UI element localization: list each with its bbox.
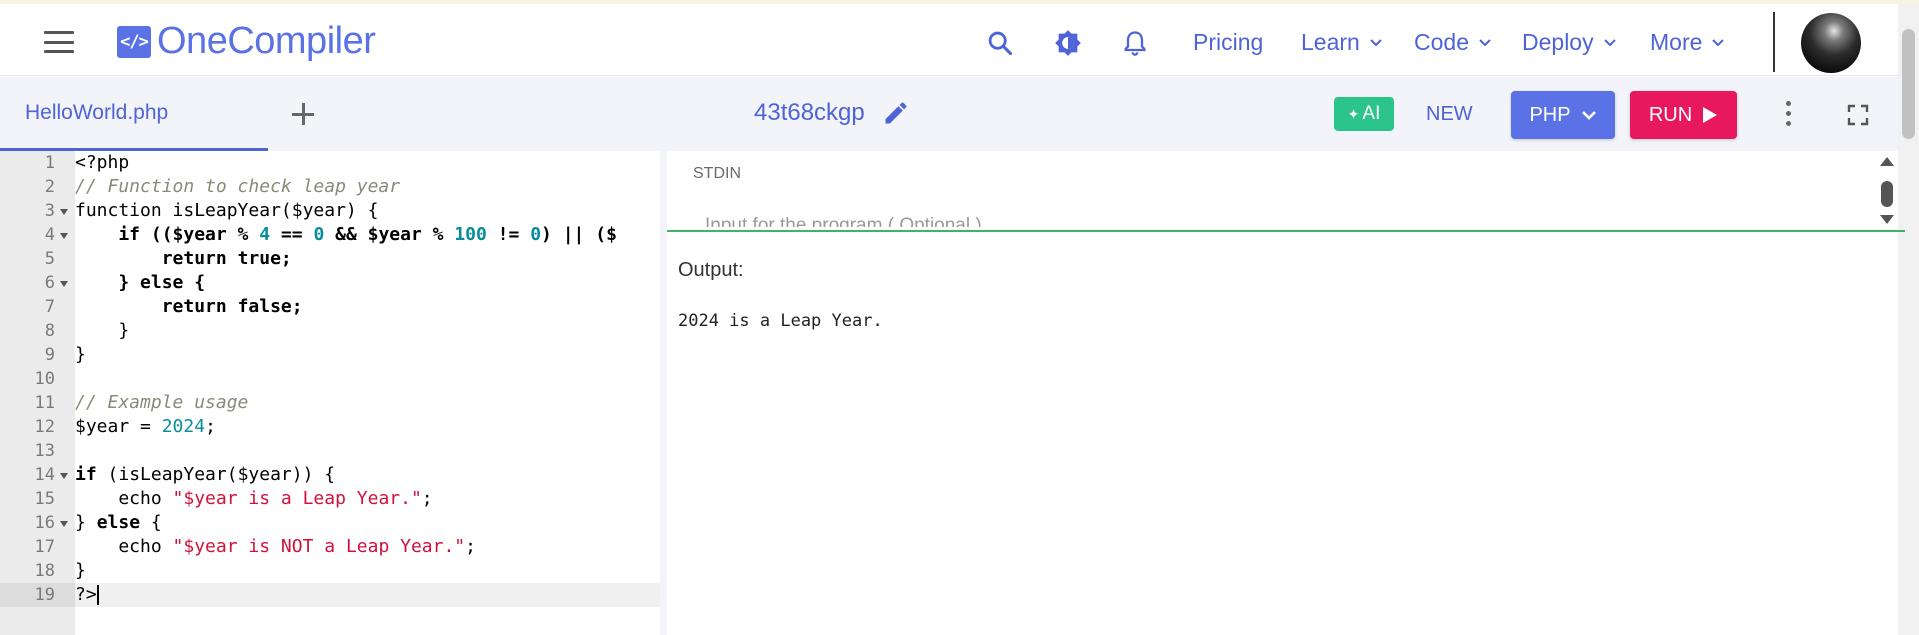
logo-text: OneCompiler xyxy=(157,20,376,62)
code-line: function isLeapYear($year) { xyxy=(75,200,379,221)
run-button[interactable]: RUN xyxy=(1630,91,1737,139)
language-select[interactable]: PHP xyxy=(1511,91,1615,139)
chevron-down-icon xyxy=(1370,38,1382,46)
search-icon[interactable] xyxy=(986,29,1014,57)
line-number: 12 xyxy=(34,417,55,437)
hamburger-menu-icon[interactable] xyxy=(44,31,74,53)
editor-toolbar: HelloWorld.php 43t68ckgp ✦ AI NEW PHP RUN xyxy=(0,77,1898,151)
stdin-divider[interactable] xyxy=(667,230,1905,232)
line-number: 1 xyxy=(44,153,55,173)
line-number-gutter: 1 2 3 4 5 6 7 8 9 10 11 12 13 14 15 16 1… xyxy=(0,151,75,635)
code-line: } xyxy=(75,560,86,581)
fold-arrow-icon[interactable] xyxy=(60,521,68,527)
line-number: 2 xyxy=(44,177,55,197)
code-line: // Function to check leap year xyxy=(75,176,401,197)
header-divider xyxy=(1773,12,1775,72)
chevron-down-icon xyxy=(1712,38,1725,46)
line-number: 6 xyxy=(44,273,55,293)
edit-pencil-icon[interactable] xyxy=(882,99,910,127)
page-scrollbar-thumb[interactable] xyxy=(1902,29,1915,139)
line-number: 9 xyxy=(44,345,55,365)
output-text: 2024 is a Leap Year. xyxy=(678,311,883,331)
fold-arrow-icon[interactable] xyxy=(60,233,68,239)
code-line: } else { xyxy=(75,272,206,293)
more-options-icon[interactable] xyxy=(1783,101,1793,129)
code-line: ?> xyxy=(75,584,99,605)
line-number: 7 xyxy=(44,297,55,317)
text-cursor xyxy=(96,585,99,605)
code-editor[interactable]: 1 2 3 4 5 6 7 8 9 10 11 12 13 14 15 16 1… xyxy=(0,151,660,635)
tab-file[interactable]: HelloWorld.php xyxy=(0,77,268,151)
nav-pricing[interactable]: Pricing xyxy=(1193,29,1263,56)
code-id: 43t68ckgp xyxy=(754,99,865,126)
play-icon xyxy=(1703,107,1718,123)
stdin-input[interactable]: Input for the program ( Optional ) xyxy=(705,213,1805,227)
fullscreen-icon[interactable] xyxy=(1846,103,1870,127)
chevron-down-icon xyxy=(1479,38,1491,46)
line-number: 14 xyxy=(34,465,55,485)
active-line-highlight xyxy=(75,583,660,607)
code-line: if (isLeapYear($year)) { xyxy=(75,464,336,485)
logo[interactable]: </> OneCompiler xyxy=(117,20,376,63)
line-number: 17 xyxy=(34,537,55,557)
line-number: 15 xyxy=(34,489,55,509)
theme-toggle-icon[interactable] xyxy=(1054,29,1082,57)
stdin-scrollbar[interactable] xyxy=(1877,155,1897,225)
nav-learn[interactable]: Learn xyxy=(1301,29,1382,56)
code-line: <?php xyxy=(75,152,130,173)
user-avatar[interactable] xyxy=(1801,13,1861,73)
logo-code-icon: </> xyxy=(117,25,151,58)
code-line: echo "$year is NOT a Leap Year."; xyxy=(75,536,476,557)
line-number: 4 xyxy=(44,225,55,245)
line-number: 11 xyxy=(34,393,55,413)
scroll-down-arrow-icon[interactable] xyxy=(1880,215,1894,224)
code-line: } xyxy=(75,320,130,341)
sparkle-icon: ✦ xyxy=(1347,105,1360,122)
line-number: 10 xyxy=(34,369,55,389)
code-line: echo "$year is a Leap Year."; xyxy=(75,488,433,509)
notification-bell-icon[interactable] xyxy=(1121,29,1149,57)
nav-more[interactable]: More xyxy=(1650,29,1725,56)
code-line: $year = 2024; xyxy=(75,416,216,437)
fold-arrow-icon[interactable] xyxy=(60,281,68,287)
nav-deploy[interactable]: Deploy xyxy=(1522,29,1616,56)
fold-arrow-icon[interactable] xyxy=(60,209,68,215)
code-line: // Example usage xyxy=(75,392,249,413)
top-header: </> OneCompiler Pricing Learn Code Deplo… xyxy=(0,4,1898,76)
new-button[interactable]: NEW xyxy=(1426,103,1473,126)
fold-arrow-icon[interactable] xyxy=(60,473,68,479)
line-number: 8 xyxy=(44,321,55,341)
nav-code[interactable]: Code xyxy=(1414,29,1491,56)
output-label: Output: xyxy=(678,259,744,281)
page-scrollbar[interactable] xyxy=(1898,4,1919,635)
line-number: 5 xyxy=(44,249,55,269)
line-number: 19 xyxy=(34,585,55,605)
onecompiler-page: </> OneCompiler Pricing Learn Code Deplo… xyxy=(0,0,1919,635)
line-number: 18 xyxy=(34,561,55,581)
stdin-label: STDIN xyxy=(693,165,741,182)
line-number: 13 xyxy=(34,441,55,461)
code-area[interactable]: <?php // Function to check leap year fun… xyxy=(75,151,660,635)
code-line: } else { xyxy=(75,512,162,533)
io-pane: STDIN Input for the program ( Optional )… xyxy=(660,151,1905,635)
chevron-down-icon xyxy=(1581,111,1596,120)
add-file-icon[interactable] xyxy=(290,101,316,127)
code-line: if (($year % 4 == 0 && $year % 100 != 0)… xyxy=(75,224,617,245)
line-number: 16 xyxy=(34,513,55,533)
stdin-scrollbar-thumb[interactable] xyxy=(1881,181,1893,207)
chevron-down-icon xyxy=(1603,38,1616,46)
scroll-up-arrow-icon[interactable] xyxy=(1880,157,1894,166)
code-line: return false; xyxy=(161,296,303,317)
line-number: 3 xyxy=(44,201,55,221)
ai-button[interactable]: ✦ AI xyxy=(1334,97,1394,131)
code-line: return true; xyxy=(161,248,292,269)
code-line: } xyxy=(75,344,86,365)
